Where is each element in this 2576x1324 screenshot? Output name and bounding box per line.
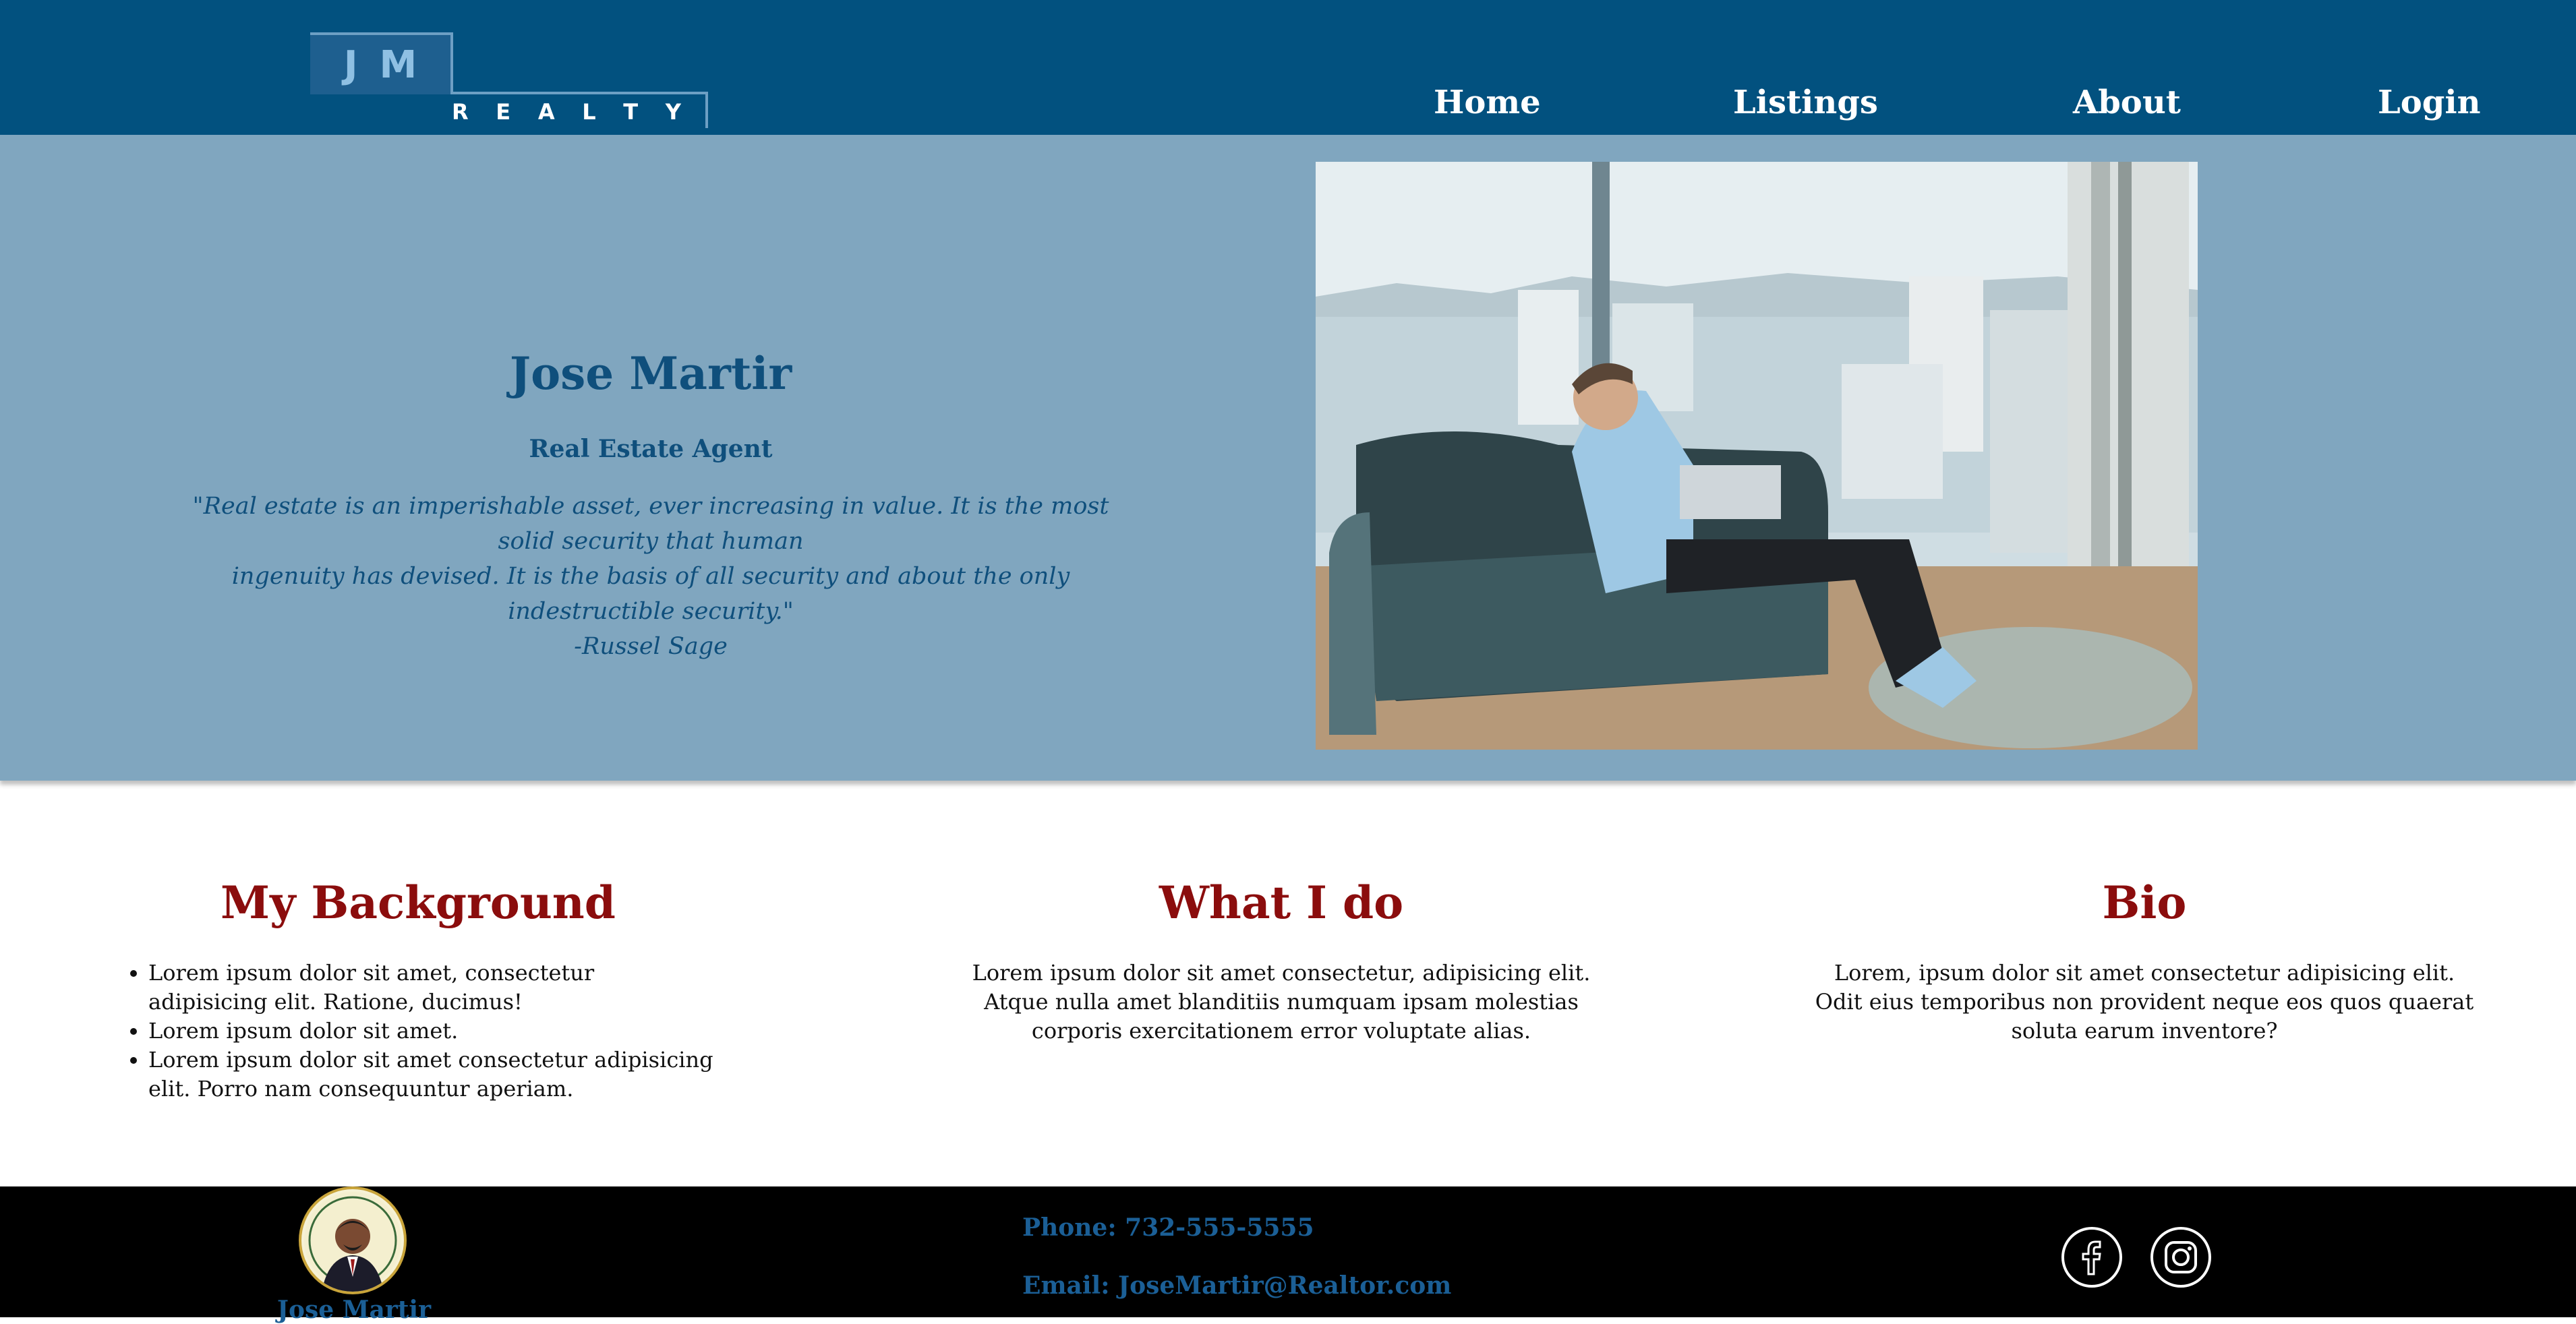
agent-office-photo bbox=[1316, 162, 2198, 750]
background-section: My Background Lorem ipsum dolor sit amet… bbox=[121, 876, 715, 1104]
nav-login-link[interactable]: Login bbox=[2378, 86, 2480, 119]
logo-subtitle: R E A L T Y bbox=[452, 99, 681, 125]
hero-quote: "Real estate is an imperishable asset, e… bbox=[169, 489, 1133, 664]
bio-heading: Bio bbox=[2102, 876, 2187, 929]
list-item: Lorem ipsum dolor sit amet, consectetur … bbox=[148, 959, 715, 1017]
footer-email[interactable]: Email: JoseMartir@Realtor.com bbox=[1022, 1271, 1451, 1300]
agent-avatar-image bbox=[304, 1192, 401, 1292]
list-item: Lorem ipsum dolor sit amet consectetur a… bbox=[148, 1046, 715, 1104]
agent-role: Real Estate Agent bbox=[529, 435, 773, 463]
nav-about-link[interactable]: About bbox=[2073, 86, 2181, 119]
nav-home-link[interactable]: Home bbox=[1434, 86, 1541, 119]
instagram-icon[interactable] bbox=[2150, 1227, 2211, 1288]
footer-phone[interactable]: Phone: 732-555-5555 bbox=[1022, 1213, 1314, 1242]
agent-name: Jose Martir bbox=[509, 347, 792, 400]
logo-letter-m: M bbox=[379, 42, 417, 87]
bio-text: Lorem, ipsum dolor sit amet consectetur … bbox=[1815, 960, 2474, 1044]
logo[interactable]: J M bbox=[310, 32, 453, 94]
quote-line-1: "Real estate is an imperishable asset, e… bbox=[192, 493, 1109, 555]
quote-author: -Russel Sage bbox=[574, 633, 728, 660]
quote-line-2: ingenuity has devised. It is the basis o… bbox=[231, 563, 1070, 625]
background-heading: My Background bbox=[221, 876, 616, 929]
logo-divider bbox=[450, 92, 708, 94]
footer-agent-name: Jose Martir bbox=[276, 1296, 432, 1324]
nav-listings-link[interactable]: Listings bbox=[1733, 86, 1878, 119]
hero-photo bbox=[1316, 162, 2198, 750]
avatar bbox=[299, 1186, 407, 1294]
logo-letter-j: J bbox=[343, 42, 358, 87]
background-list: Lorem ipsum dolor sit amet, consectetur … bbox=[121, 959, 715, 1104]
list-item: Lorem ipsum dolor sit amet. bbox=[148, 1017, 715, 1046]
logo-divider-vertical bbox=[705, 92, 708, 128]
what-i-do-section: What I do Lorem ipsum dolor sit amet con… bbox=[944, 876, 1618, 1046]
what-i-do-heading: What I do bbox=[1159, 876, 1404, 929]
facebook-icon[interactable] bbox=[2061, 1227, 2122, 1288]
hero-section: Jose Martir Real Estate Agent "Real esta… bbox=[0, 135, 2576, 781]
what-i-do-text: Lorem ipsum dolor sit amet consectetur, … bbox=[972, 960, 1591, 1044]
bio-section: Bio Lorem, ipsum dolor sit amet consecte… bbox=[1807, 876, 2482, 1046]
